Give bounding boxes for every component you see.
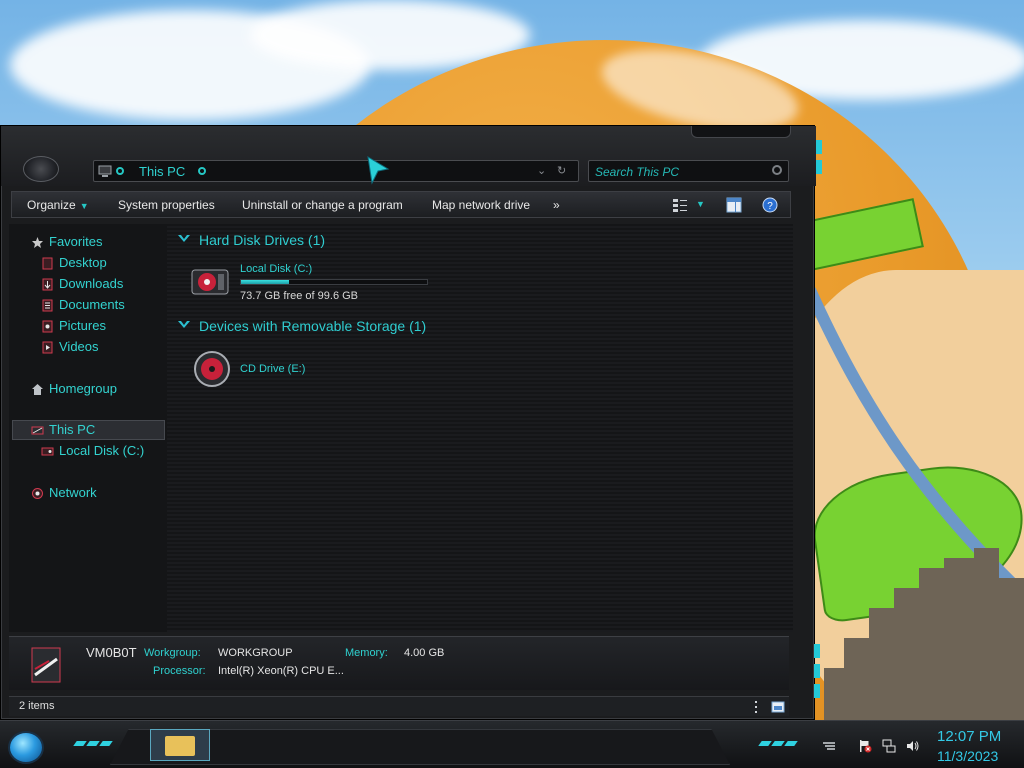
address-dropdown-icon[interactable]: ⌄ (537, 164, 546, 177)
drive-tile-c[interactable]: Local Disk (C:) 73.7 GB free of 99.6 GB (187, 260, 428, 306)
nav-documents[interactable]: Documents (59, 297, 125, 312)
group-header-removable[interactable]: Devices with Removable Storage (1) (199, 318, 426, 334)
titlebar-notch (691, 126, 791, 138)
processor-label: Processor: (153, 665, 206, 677)
taskbar-accent (86, 741, 100, 746)
mouse-cursor-icon (367, 156, 390, 185)
window-edge-accent (814, 644, 820, 658)
show-hidden-icons-icon[interactable] (822, 739, 836, 753)
favorites-icon (32, 237, 43, 248)
computer-name: VM0B0T (86, 645, 137, 660)
organize-button[interactable]: Organize ▼ (27, 198, 89, 212)
taskbar-accent (99, 741, 113, 746)
search-icon[interactable] (772, 165, 782, 175)
videos-icon (42, 341, 53, 354)
address-bar[interactable]: This PC ⌄ ↻ (93, 156, 579, 185)
collapse-chevron-icon[interactable] (177, 234, 191, 244)
processor-value: Intel(R) Xeon(R) CPU E... (218, 665, 344, 677)
svg-text:?: ? (767, 201, 773, 212)
taskbar-accent (73, 741, 87, 746)
window-edge-accent (816, 160, 822, 174)
file-list-view: Hard Disk Drives (1) Local Disk (C:) 73.… (167, 224, 793, 632)
action-center-flag-icon[interactable] (858, 739, 872, 753)
group-header-hard-disk[interactable]: Hard Disk Drives (1) (199, 232, 325, 248)
taskbar: 12:07 PM 11/3/2023 (0, 720, 1024, 768)
large-icons-view-icon[interactable] (771, 700, 785, 714)
network-icon (32, 488, 43, 499)
nav-this-pc[interactable]: This PC (49, 422, 95, 437)
refresh-icon[interactable]: ↻ (557, 164, 566, 177)
window-edge-accent (816, 140, 822, 154)
homegroup-icon (32, 384, 43, 395)
system-properties-button[interactable]: System properties (118, 198, 215, 212)
preview-pane-icon[interactable] (726, 197, 742, 213)
more-commands-button[interactable]: » (553, 198, 560, 212)
network-status-icon[interactable] (882, 739, 896, 753)
file-explorer-taskbar-button[interactable] (150, 729, 210, 761)
this-pc-icon (31, 426, 44, 435)
view-options-chevron-icon[interactable]: ▼ (696, 199, 705, 209)
search-placeholder: Search This PC (595, 165, 680, 179)
breadcrumb-separator-icon[interactable] (116, 167, 124, 175)
window-titlebar[interactable]: This PC ⌄ ↻ Search This PC (1, 126, 822, 186)
drive-c-free-space: 73.7 GB free of 99.6 GB (240, 290, 359, 302)
nav-network[interactable]: Network (49, 485, 97, 500)
drive-c-usage-bar (240, 279, 428, 285)
uninstall-program-button[interactable]: Uninstall or change a program (242, 198, 403, 212)
help-icon[interactable]: ? (762, 197, 778, 213)
taskbar-accent (784, 741, 798, 746)
nav-downloads[interactable]: Downloads (59, 276, 123, 291)
nav-pictures[interactable]: Pictures (59, 318, 106, 333)
search-input[interactable]: Search This PC (588, 160, 789, 182)
memory-value: 4.00 GB (404, 647, 445, 659)
nav-favorites[interactable]: Favorites (49, 234, 102, 249)
memory-label: Memory: (345, 647, 388, 659)
clock-time[interactable]: 12:07 PM (937, 728, 1001, 745)
folder-icon (165, 736, 195, 756)
details-pane: VM0B0T Workgroup: WORKGROUP Memory: 4.00… (9, 636, 789, 690)
command-bar: Organize ▼ System properties Uninstall or… (11, 191, 791, 218)
this-pc-icon (98, 165, 112, 177)
back-forward-button[interactable] (23, 156, 59, 182)
details-view-icon[interactable] (749, 700, 763, 714)
taskbar-accent (771, 741, 785, 746)
desktop-icon (42, 257, 53, 270)
drive-c-name: Local Disk (C:) (240, 263, 313, 275)
window-edge-accent (814, 684, 820, 698)
window-edge-accent (814, 664, 820, 678)
map-network-drive-button[interactable]: Map network drive (432, 198, 530, 212)
collapse-chevron-icon[interactable] (177, 320, 191, 330)
pictures-icon (42, 320, 53, 333)
hard-disk-icon (191, 269, 229, 295)
drive-tile-cd[interactable]: CD Drive (E:) (187, 346, 367, 392)
explorer-window: This PC ⌄ ↻ Search This PC Organize ▼ Sys… (0, 125, 822, 720)
nav-local-disk[interactable]: Local Disk (C:) (59, 443, 144, 458)
taskbar-accent (758, 741, 772, 746)
drive-c-usage-fill (241, 280, 290, 284)
organize-label: Organize (27, 198, 76, 212)
workgroup-value: WORKGROUP (218, 647, 293, 659)
item-count: 2 items (19, 700, 55, 712)
nav-videos[interactable]: Videos (59, 339, 99, 354)
nav-homegroup[interactable]: Homegroup (49, 381, 117, 396)
workgroup-label: Workgroup: (144, 647, 201, 659)
clock-date[interactable]: 11/3/2023 (937, 748, 998, 764)
nav-desktop[interactable]: Desktop (59, 255, 107, 270)
cd-drive-name: CD Drive (E:) (240, 363, 306, 375)
local-disk-icon (41, 447, 54, 456)
volume-icon[interactable] (906, 739, 920, 753)
computer-thumbnail-icon (31, 647, 61, 683)
navigation-pane: Favorites Desktop Downloads Documents Pi… (9, 224, 167, 632)
change-view-icon[interactable] (672, 197, 688, 213)
status-bar: 2 items (9, 696, 789, 716)
cd-drive-icon (194, 351, 230, 387)
start-button[interactable] (8, 731, 44, 764)
address-text[interactable]: This PC (139, 164, 185, 179)
chevron-down-icon: ▼ (79, 201, 89, 211)
downloads-icon (42, 278, 53, 291)
breadcrumb-separator-icon[interactable] (198, 167, 206, 175)
documents-icon (42, 299, 53, 312)
wallpaper-city (824, 548, 1024, 728)
